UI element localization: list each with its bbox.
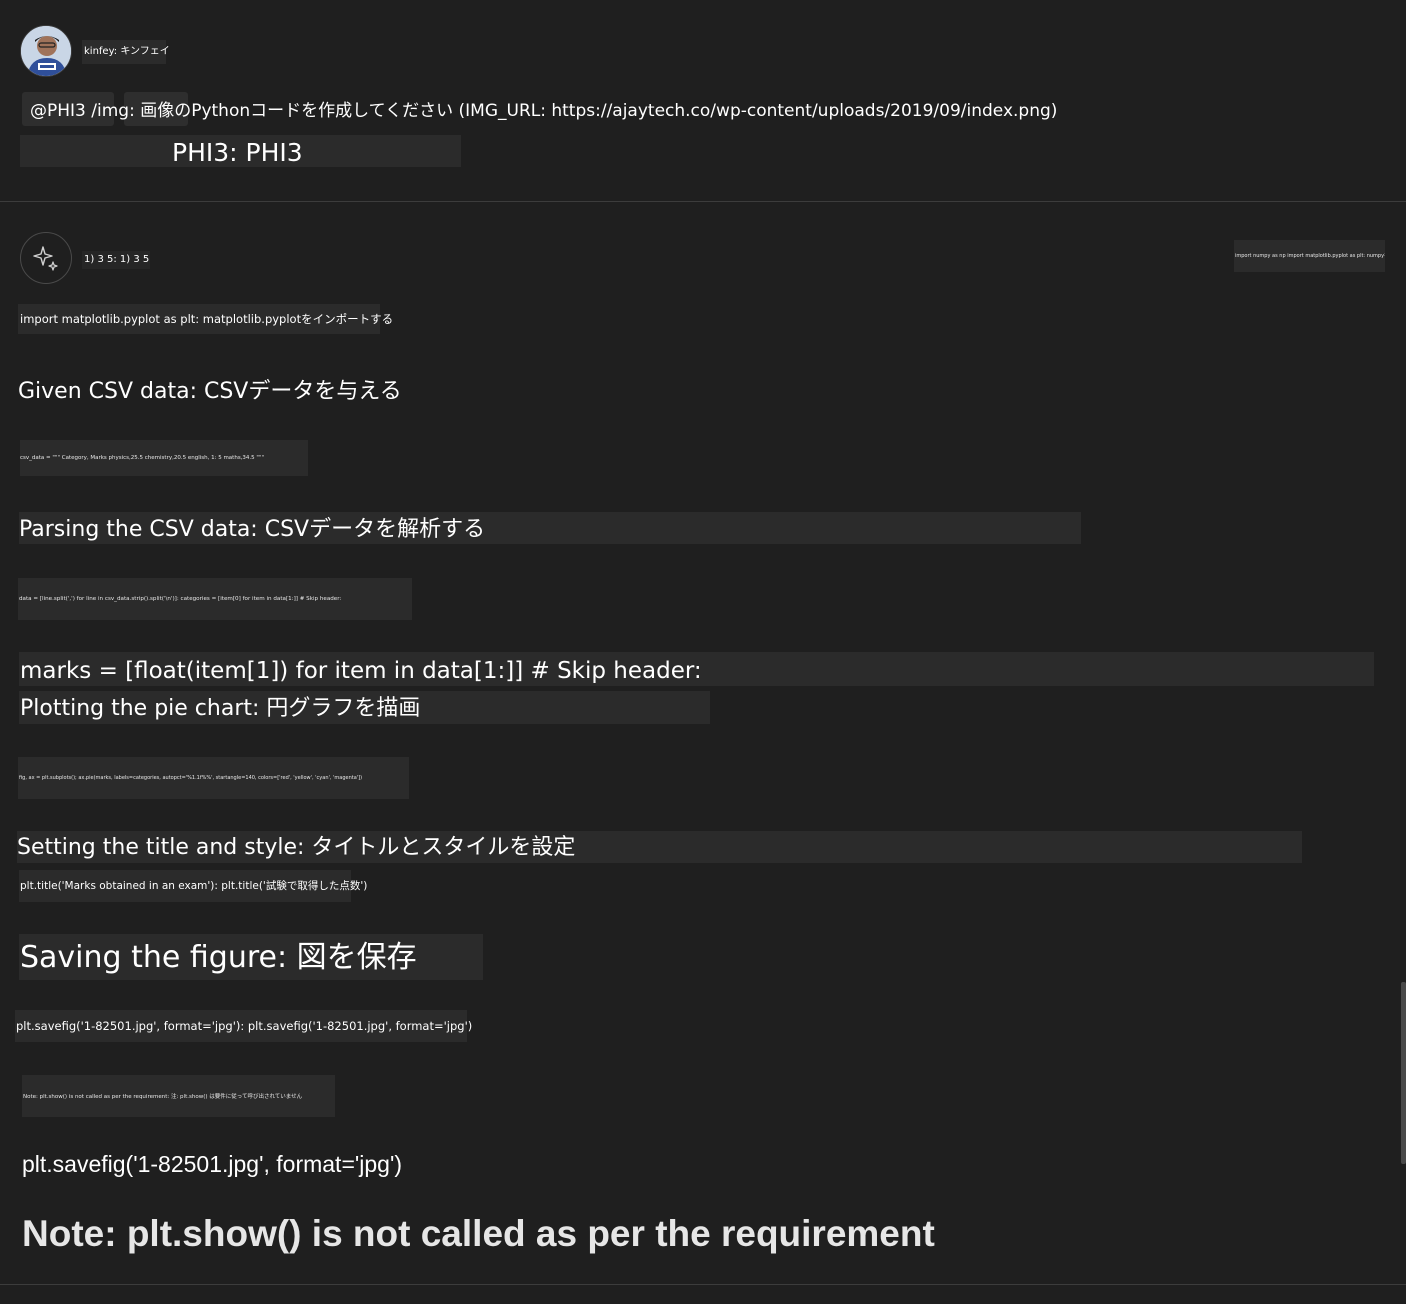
plotting-heading: Plotting the pie chart: 円グラフを描画 — [20, 696, 421, 721]
sparkle-icon — [33, 246, 58, 271]
user-name: kinfey: キンフェイ — [82, 40, 170, 64]
response-header: 1) 3 5: 1) 3 5 — [82, 251, 150, 269]
bottom-divider — [0, 1284, 1406, 1285]
user-photo-avatar-icon — [21, 26, 71, 76]
title-heading: Setting the title and style: タイトルとスタイルを設… — [17, 835, 576, 860]
agent-label: PHI3: PHI3 — [172, 138, 303, 167]
plot-code: fig, ax = plt.subplots(); ax.pie(marks, … — [19, 775, 363, 781]
given-csv-heading: Given CSV data: CSVデータを与える — [18, 379, 402, 404]
csv-data-code: csv_data = """ Category, Marks physics,2… — [20, 455, 265, 461]
savefig-code: plt.savefig('1-82501.jpg', format='jpg')… — [16, 1019, 473, 1033]
saving-heading: Saving the figure: 図を保存 — [20, 940, 417, 975]
prompt-text: @PHI3 /img: 画像のPythonコードを作成してください (IMG_U… — [30, 101, 1058, 121]
user-avatar[interactable] — [20, 25, 72, 77]
parsing-heading: Parsing the CSV data: CSVデータを解析する — [19, 517, 486, 542]
bot-avatar[interactable] — [20, 232, 72, 284]
title-code: plt.title('Marks obtained in an exam'): … — [20, 880, 368, 892]
marks-line: marks = [float(item[1]) for item in data… — [20, 658, 702, 684]
section-divider — [0, 201, 1406, 202]
savefig-plain: plt.savefig('1-82501.jpg', format='jpg') — [22, 1151, 403, 1177]
parse-code: data = [line.split(',') for line in csv_… — [19, 596, 342, 602]
note-large: Note: plt.show() is not called as per th… — [22, 1213, 935, 1254]
vertical-scrollbar[interactable] — [1401, 982, 1406, 1164]
note-small: Note: plt.show() is not called as per th… — [23, 1094, 303, 1100]
top-right-snippet: import numpy as np import matplotlib.pyp… — [1234, 240, 1385, 272]
import-line: import matplotlib.pyplot as plt: matplot… — [20, 312, 394, 326]
